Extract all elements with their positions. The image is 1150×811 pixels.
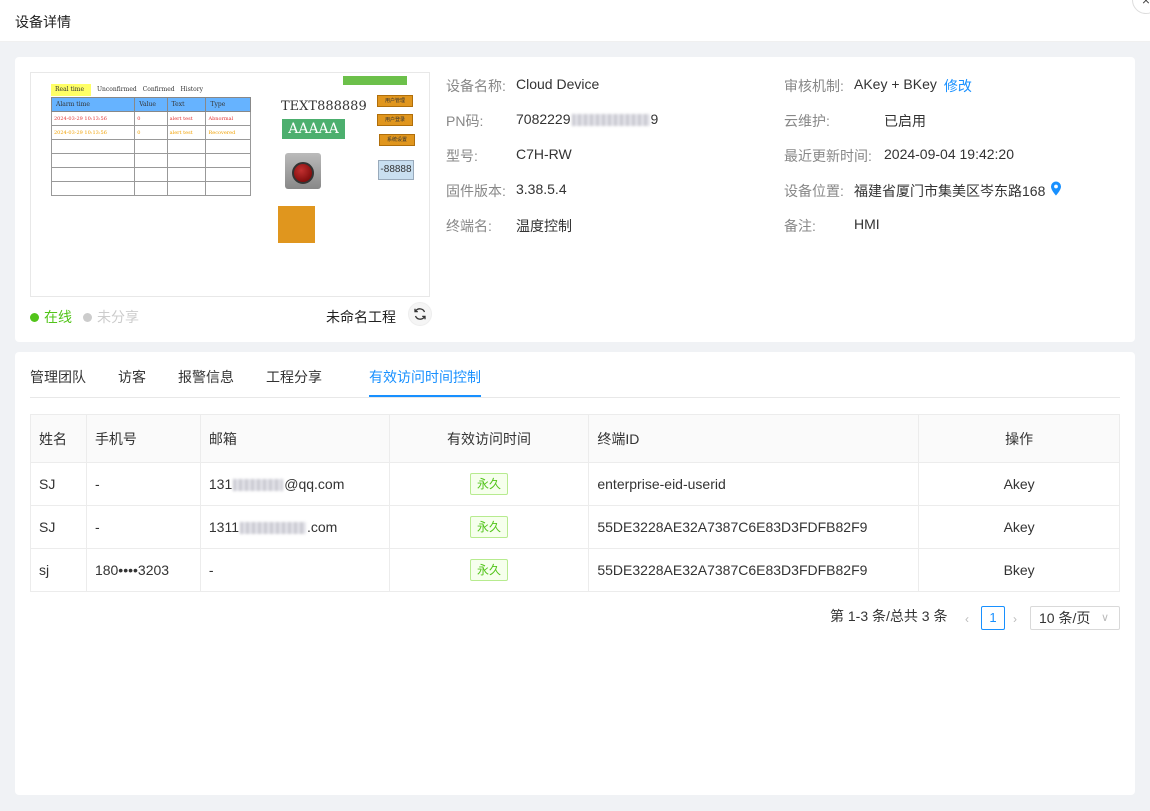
preview-switch-icon: [285, 153, 321, 189]
cell-terminal-id: enterprise-eid-userid: [588, 462, 920, 506]
preview-green-bar: [343, 76, 407, 85]
status-row: 在线 未分享 未命名工程: [30, 302, 432, 327]
access-tag: 永久: [470, 516, 509, 538]
access-table: 姓名 手机号 邮箱 有效访问时间 终端ID 操作 SJ - 131 @qq.com…: [30, 414, 1120, 592]
cell-email: 1311 .com: [200, 505, 390, 549]
preview-user-mgmt-button: 用户管理: [377, 95, 413, 107]
preview-header-cell: Alarm time: [50, 97, 136, 112]
tab-visitors[interactable]: 访客: [118, 367, 146, 387]
cell-name: SJ: [30, 505, 87, 549]
preview-cell: 2024-03-29 10:13:56: [50, 125, 136, 140]
preview-cell: 0: [134, 125, 168, 140]
info-terminal: 终端名: 温度控制: [446, 218, 572, 234]
share-status: 未分享: [83, 307, 139, 327]
prev-page-icon[interactable]: ‹: [965, 612, 969, 626]
preview-numeric-display: -88888: [378, 160, 414, 180]
preview-cell: 2024-03-29 10:13:56: [50, 111, 136, 126]
info-remark: 备注: HMI: [784, 216, 880, 234]
detail-tabs-card: 管理团队 访客 报警信息 工程分享 有效访问时间控制 姓名 手机号 邮箱 有效访…: [15, 352, 1135, 795]
refresh-icon[interactable]: [408, 302, 432, 326]
tab-bar: 管理团队 访客 报警信息 工程分享 有效访问时间控制: [30, 352, 1120, 398]
cell-name: sj: [30, 548, 87, 592]
tab-active-indicator: [369, 395, 481, 397]
unshared-label: 未分享: [97, 309, 139, 325]
info-cloud: 云维护: 已启用: [784, 113, 926, 129]
access-tag: 永久: [470, 473, 509, 495]
tab-management-team[interactable]: 管理团队: [30, 367, 86, 387]
preview-header-cell: Text: [166, 97, 207, 112]
preview-cell: Recovered: [205, 125, 251, 140]
preview-sys-settings-button: 系统设置: [379, 134, 415, 146]
preview-tabs: Unconfirmed Confirmed History: [97, 86, 204, 93]
col-header-operation: 操作: [918, 414, 1120, 463]
hmi-preview: Real time Unconfirmed Confirmed History …: [30, 72, 430, 297]
preview-orange-block: [278, 206, 315, 243]
tab-alarm-info[interactable]: 报警信息: [178, 367, 234, 387]
col-header-phone: 手机号: [86, 414, 201, 463]
cell-phone: 180••••3203: [86, 548, 201, 592]
table-row: SJ - 1311 .com 永久 55DE3228AE32A7387C6E83D…: [30, 505, 1120, 549]
chevron-down-icon: ∨: [1100, 612, 1109, 624]
preview-header-cell: Value: [134, 97, 168, 112]
cell-phone: -: [86, 505, 201, 549]
preview-user-login-button: 用户登录: [377, 114, 413, 126]
preview-cell: Abnormal: [205, 111, 251, 126]
online-dot-icon: [30, 312, 39, 322]
device-summary-card: Real time Unconfirmed Confirmed History …: [15, 57, 1135, 342]
info-firmware: 固件版本: 3.38.5.4: [446, 181, 567, 199]
tab-access-time-control[interactable]: 有效访问时间控制: [369, 367, 481, 387]
info-device-name: 设备名称: Cloud Device: [446, 76, 600, 94]
info-audit: 审核机制: AKey + BKey 修改: [784, 76, 972, 96]
modal-header: 设备详情: [0, 0, 1150, 42]
cell-access-time: 永久: [389, 505, 590, 549]
page-size-select[interactable]: 10 条/页 ∨: [1030, 606, 1120, 630]
col-header-name: 姓名: [30, 414, 87, 463]
preview-aaaaa-label: AAAAA: [282, 119, 345, 139]
pagination-summary: 第 1-3 条/总共 3 条: [830, 608, 948, 624]
location-pin-icon[interactable]: [1050, 181, 1062, 201]
redacted-blur: [233, 479, 284, 492]
redacted-blur: [239, 522, 306, 535]
info-updated: 最近更新时间: 2024-09-04 19:42:20: [784, 146, 1014, 164]
col-header-access-time: 有效访问时间: [389, 414, 590, 463]
preview-tab-realtime: Real time: [51, 84, 91, 96]
cell-name: SJ: [30, 462, 87, 506]
cell-operation: Bkey: [918, 548, 1120, 592]
info-location: 设备位置: 福建省厦门市集美区岑东路168: [784, 181, 1062, 201]
page-1-button[interactable]: 1: [981, 606, 1005, 630]
project-name: 未命名工程: [326, 309, 396, 325]
cell-terminal-id: 55DE3228AE32A7387C6E83D3FDFB82F9: [588, 505, 920, 549]
cell-access-time: 永久: [389, 462, 590, 506]
cell-email: -: [200, 548, 390, 592]
preview-cell: 0: [134, 111, 168, 126]
info-pn: PN码: 7082229 9: [446, 111, 659, 129]
cell-operation: Akey: [918, 462, 1120, 506]
table-header-row: 姓名 手机号 邮箱 有效访问时间 终端ID 操作: [30, 414, 1120, 463]
cell-email: 131 @qq.com: [200, 462, 390, 506]
unshared-dot-icon: [83, 312, 92, 322]
col-header-email: 邮箱: [200, 414, 390, 463]
online-status: 在线: [30, 307, 72, 327]
access-tag: 永久: [470, 559, 509, 581]
edit-audit-link[interactable]: 修改: [944, 76, 972, 96]
page-size-label: 10 条/页: [1039, 610, 1091, 626]
next-page-icon[interactable]: ›: [1013, 612, 1017, 626]
preview-cell: alert test: [166, 111, 207, 126]
cell-access-time: 永久: [389, 548, 590, 592]
preview-alarm-table: Alarm time Value Text Type 2024-03-29 10…: [50, 97, 251, 196]
cell-operation: Akey: [918, 505, 1120, 549]
cell-terminal-id: 55DE3228AE32A7387C6E83D3FDFB82F9: [588, 548, 920, 592]
redacted-blur: [571, 114, 650, 127]
modal-title: 设备详情: [15, 14, 71, 30]
online-label: 在线: [44, 309, 72, 325]
info-model: 型号: C7H-RW: [446, 146, 572, 164]
cell-phone: -: [86, 462, 201, 506]
tab-project-share[interactable]: 工程分享: [266, 367, 322, 387]
col-header-terminal-id: 终端ID: [588, 414, 920, 463]
preview-text-label: TEXT888889: [281, 99, 367, 114]
table-row: sj 180••••3203 - 永久 55DE3228AE32A7387C6E…: [30, 548, 1120, 592]
preview-cell: alert test: [166, 125, 207, 140]
preview-header-cell: Type: [205, 97, 251, 112]
table-row: SJ - 131 @qq.com 永久 enterprise-eid-userid…: [30, 462, 1120, 506]
